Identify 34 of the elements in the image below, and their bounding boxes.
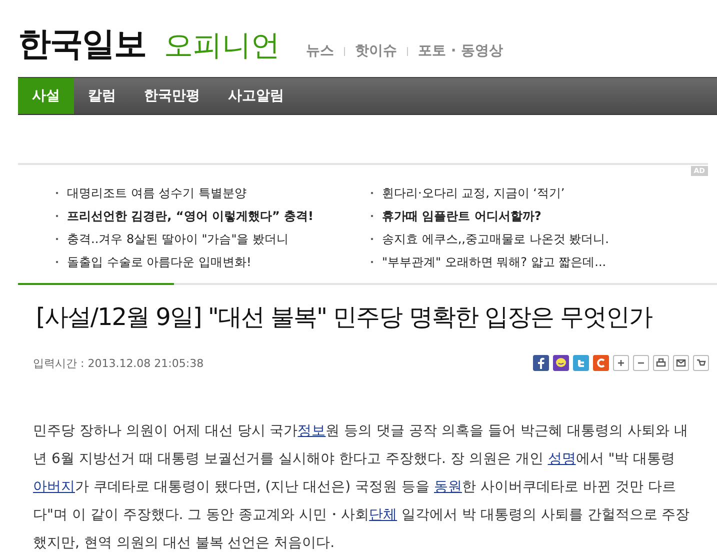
- header-link[interactable]: 포토 · 동영상: [418, 42, 504, 60]
- ad-link[interactable]: 송지효 에쿠스,,중고매물로 나온것 봤더니.: [371, 231, 691, 248]
- publish-date: 입력시간 : 2013.12.08 21:05:38: [33, 356, 204, 370]
- ad-link[interactable]: "부부관계" 오래하면 뭐해? 얇고 짧은데...: [371, 254, 691, 271]
- header-link[interactable]: 뉴스: [306, 42, 334, 60]
- nav-tab[interactable]: 한국만평: [130, 78, 214, 114]
- ad-link[interactable]: 프리선언한 김경란, “영어 이렇게했다” 충격!: [56, 208, 371, 225]
- cart-icon[interactable]: [693, 355, 709, 371]
- inline-link[interactable]: 아버지: [33, 479, 75, 495]
- section-title[interactable]: 오피니언: [164, 26, 280, 64]
- article-title: [사설/12월 9일] "대선 불복" 민주당 명확한 입장은 무엇인가: [36, 302, 654, 333]
- ad-link[interactable]: 휜다리·오다리 교정, 지금이 ‘적기’: [371, 185, 691, 202]
- ad-link[interactable]: 돌출입 수술로 아름다운 입매변화!: [56, 254, 371, 271]
- site-logo[interactable]: 한국일보: [18, 24, 146, 64]
- speech-bubble-icon[interactable]: [553, 355, 569, 371]
- inline-link[interactable]: 동원: [434, 479, 462, 495]
- facebook-icon[interactable]: [533, 355, 549, 371]
- article-paragraph: 민주당 장하나 의원이 어제 대선 당시 국가정보원 등의 댓글 공작 의혹을 들어 박근혜 대통령의 사퇴와 내년 6월 지방선거 때 대통령 보궐선거를 실시해야 한다고 주장했다. 장 의원은 개인 성명에서 "박 대통령 아버지 가 쿠데타로 대통령이 됐다면, (지난 대선은) 국정원 등을 동원한 사이버쿠데타로 바뀐 것만 다르다"며 이 같이 주장했다. 그 동안 종교계와 시민・사회 단체 일각에서 박 대통령의 사퇴를 간헐적으로 주장했지만, 현역 의원의 대선 불복 선언은 처음이다.: [33, 422, 691, 553]
- inline-link[interactable]: 정보: [298, 423, 326, 439]
- ad-link[interactable]: 충격..겨우 8살된 딸아이 "가슴"을 봤더니: [56, 231, 371, 248]
- inline-link[interactable]: 성명: [548, 451, 576, 467]
- c-logo-icon[interactable]: [593, 355, 609, 371]
- zoom-in-icon[interactable]: [613, 355, 629, 371]
- zoom-out-icon[interactable]: [633, 355, 649, 371]
- mail-icon[interactable]: [673, 355, 689, 371]
- bird-icon[interactable]: [573, 355, 589, 371]
- ad-link[interactable]: 휴가때 임플란트 어디서할까?: [371, 208, 691, 225]
- nav-tab[interactable]: 사고알림: [214, 78, 298, 114]
- header-link[interactable]: 핫이슈: [355, 42, 397, 60]
- inline-link[interactable]: 단체: [369, 507, 398, 523]
- print-icon[interactable]: [653, 355, 669, 371]
- nav-tab[interactable]: 칼럼: [74, 78, 130, 114]
- ad-link[interactable]: 대명리조트 여름 성수기 특별분양: [56, 185, 371, 202]
- nav-tab[interactable]: 사설: [18, 78, 74, 114]
